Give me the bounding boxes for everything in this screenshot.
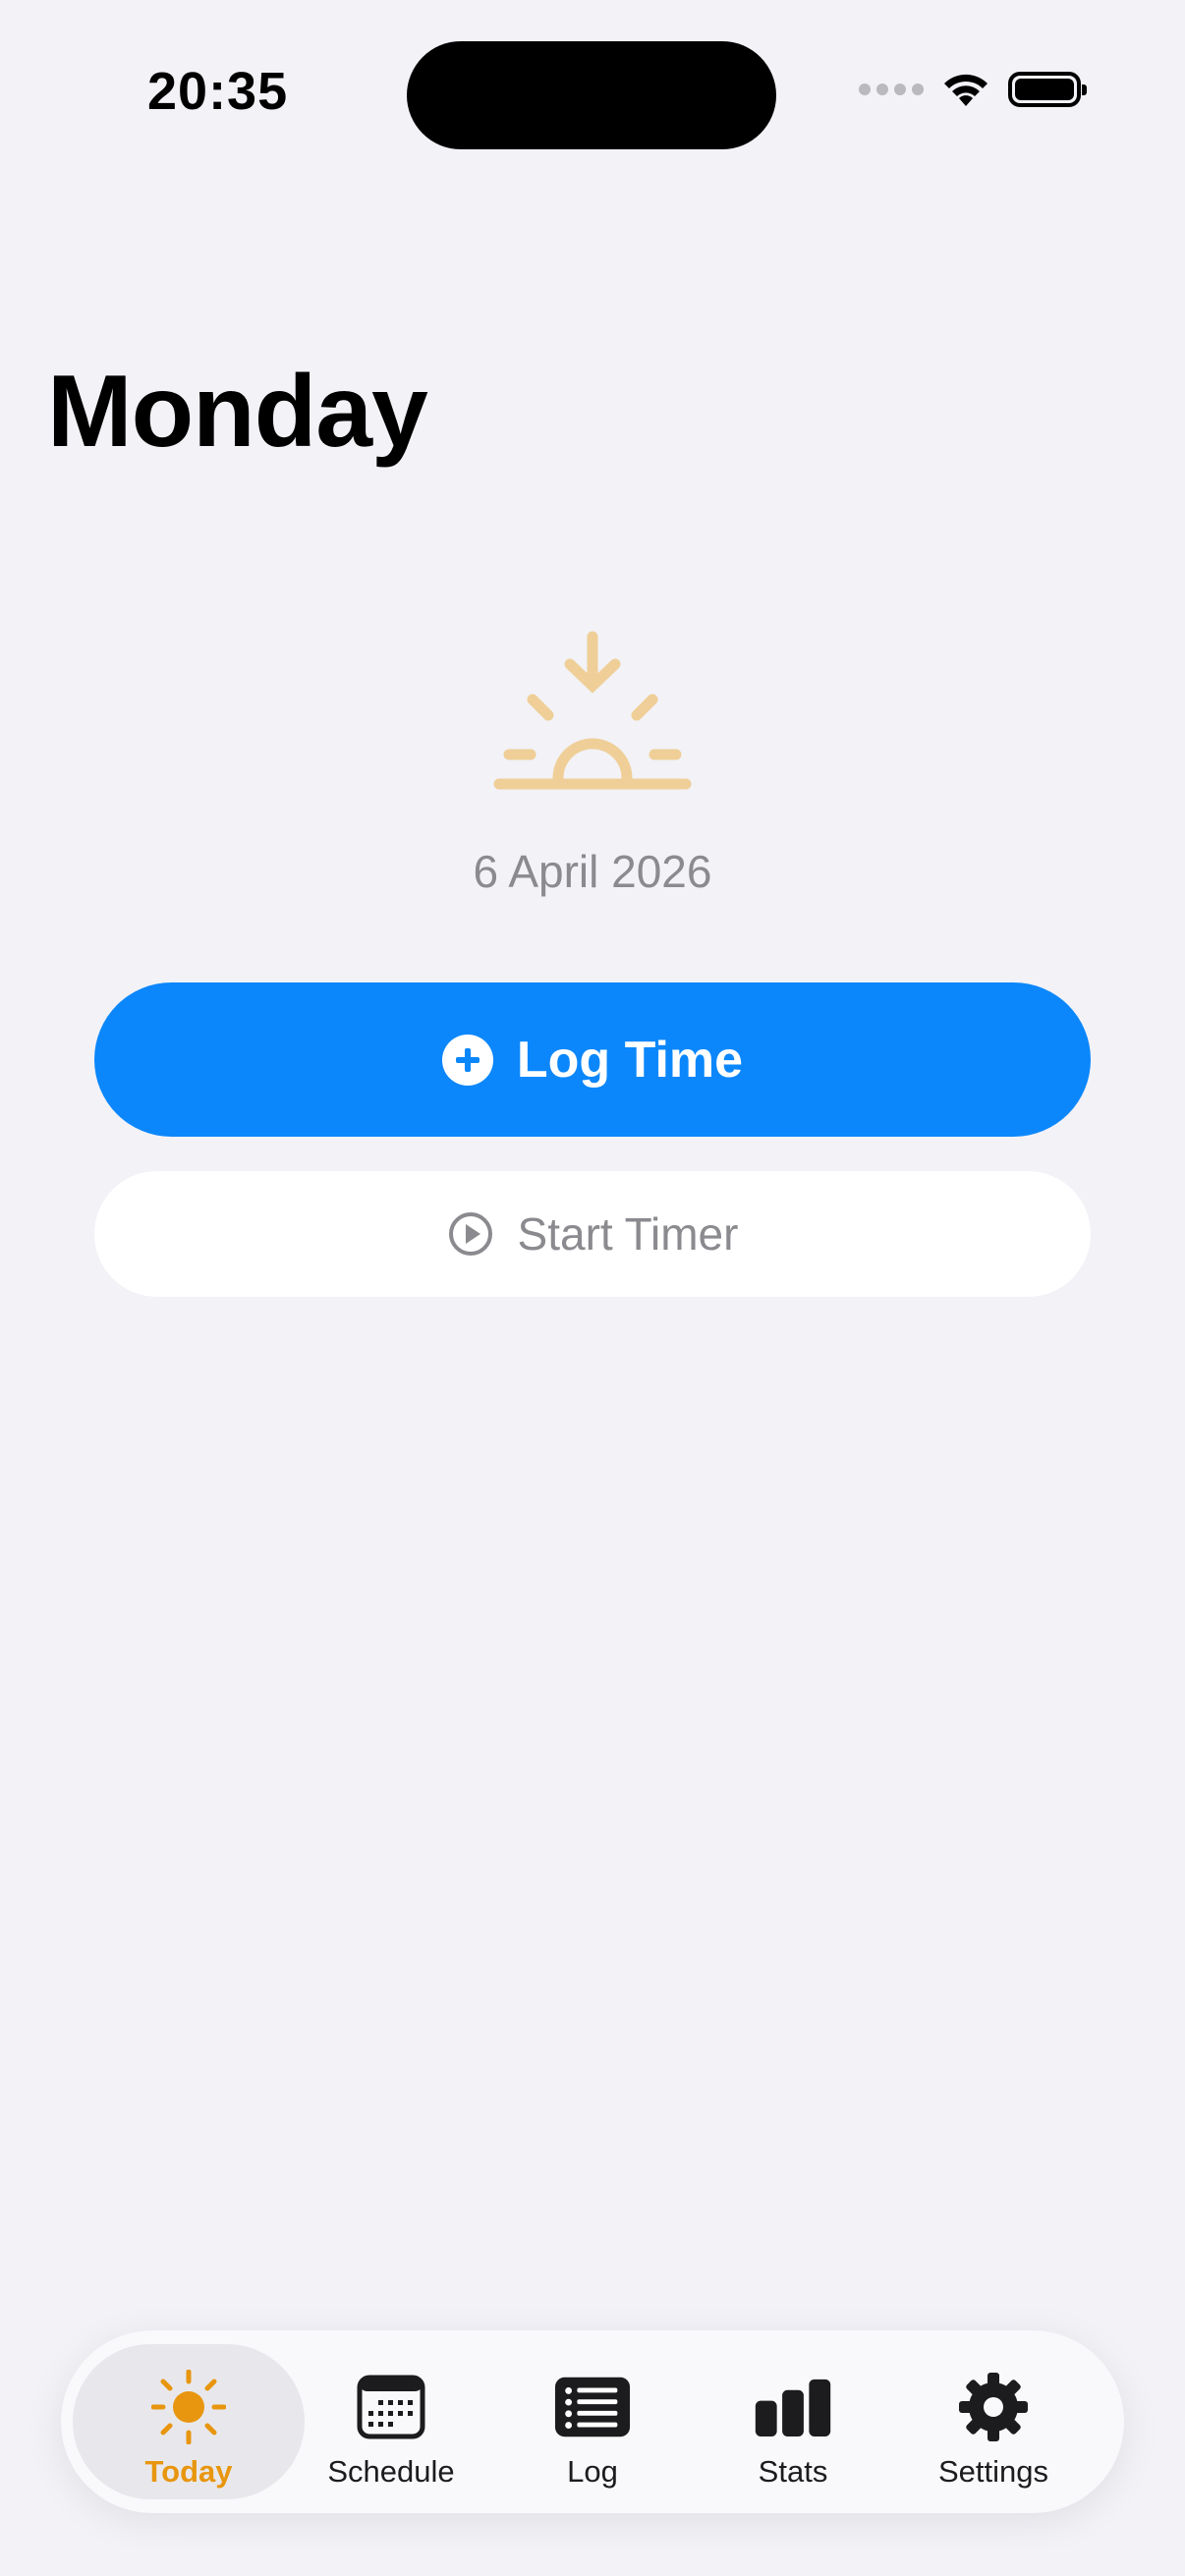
tab-log[interactable]: Log — [477, 2344, 708, 2499]
tab-label: Schedule — [327, 2454, 455, 2489]
bar-chart-icon — [755, 2379, 831, 2436]
sunrise-icon — [493, 631, 692, 790]
play-circle-icon — [448, 1212, 492, 1256]
dynamic-island — [407, 41, 776, 149]
tab-bar: Today Schedule Log Stats Settings — [61, 2330, 1124, 2513]
tab-settings[interactable]: Settings — [877, 2344, 1109, 2499]
sun-icon — [151, 2370, 226, 2444]
start-timer-label: Start Timer — [517, 1208, 739, 1260]
tab-label: Today — [144, 2454, 233, 2489]
date-label: 6 April 2026 — [473, 846, 712, 897]
tab-label: Stats — [758, 2454, 828, 2489]
status-time: 20:35 — [147, 62, 289, 121]
wifi-icon — [944, 74, 988, 106]
log-time-label: Log Time — [516, 1031, 744, 1089]
tab-label: Settings — [937, 2454, 1048, 2489]
battery-icon — [1008, 72, 1087, 107]
tab-stats[interactable]: Stats — [677, 2344, 909, 2499]
tab-label: Log — [567, 2454, 618, 2489]
page-title: Monday — [47, 355, 428, 469]
tab-today[interactable]: Today — [73, 2344, 305, 2499]
calendar-icon — [357, 2375, 425, 2439]
list-icon — [554, 2377, 631, 2437]
cellular-signal-icon — [859, 84, 924, 95]
tab-schedule[interactable]: Schedule — [275, 2344, 507, 2499]
gear-icon — [959, 2373, 1028, 2441]
status-icons — [859, 71, 1087, 108]
plus-circle-icon — [441, 1034, 493, 1086]
start-timer-button[interactable]: Start Timer — [94, 1171, 1091, 1297]
log-time-button[interactable]: Log Time — [94, 982, 1091, 1137]
